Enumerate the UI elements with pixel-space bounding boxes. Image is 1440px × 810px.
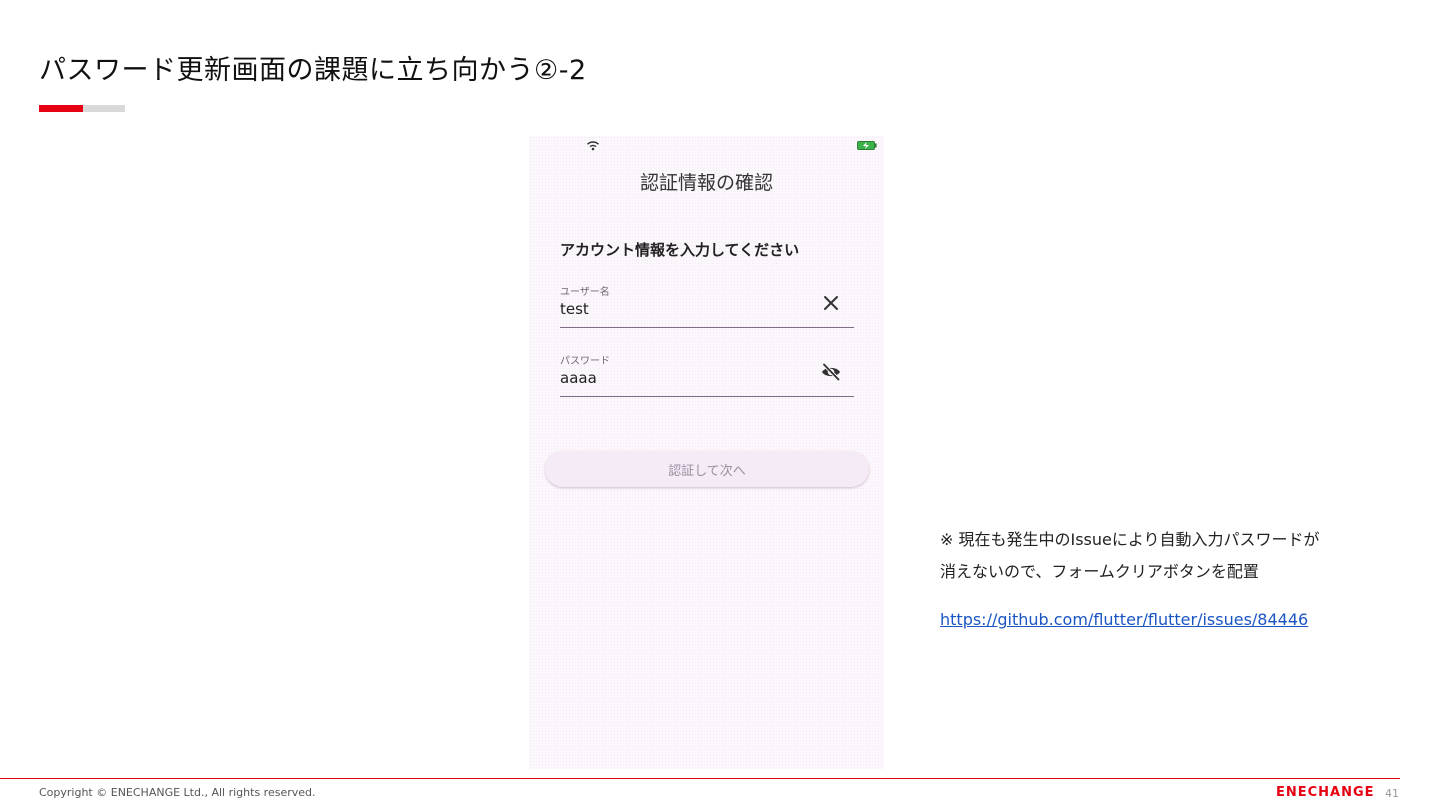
password-field[interactable]: パスワード aaaa <box>560 352 854 397</box>
close-icon[interactable] <box>820 292 842 314</box>
note-line-2: 消えないので、フォームクリアボタンを配置 <box>940 562 1259 581</box>
username-field[interactable]: ユーザー名 test <box>560 283 854 328</box>
section-heading: アカウント情報を入力してください <box>560 241 800 259</box>
username-value[interactable]: test <box>560 300 589 318</box>
page-number: 41 <box>1385 787 1399 800</box>
title-underline-red <box>39 105 83 112</box>
title-underline-grey <box>83 105 125 112</box>
slide-title: パスワード更新画面の課題に立ち向かう②-2 <box>39 55 587 86</box>
phone-screenshot: 認証情報の確認 アカウント情報を入力してください ユーザー名 test パスワー… <box>529 136 884 769</box>
username-label: ユーザー名 <box>560 287 610 298</box>
footer-divider <box>0 778 1400 779</box>
status-bar <box>529 136 884 156</box>
authenticate-next-button[interactable]: 認証して次へ <box>545 451 869 487</box>
password-label: パスワード <box>560 356 610 367</box>
battery-charging-icon <box>857 141 877 150</box>
title-underline <box>39 105 125 112</box>
visibility-off-icon[interactable] <box>820 361 842 383</box>
note-line-1: ※ 現在も発生中のIssueにより自動入力パスワードが <box>940 530 1320 549</box>
wifi-icon <box>587 141 599 151</box>
note: ※ 現在も発生中のIssueにより自動入力パスワードが 消えないので、フォームク… <box>940 524 1400 588</box>
copyright-text: Copyright © ENECHANGE Ltd., All rights r… <box>39 786 316 799</box>
screen-title: 認証情報の確認 <box>639 172 773 194</box>
password-value[interactable]: aaaa <box>560 369 597 387</box>
github-issue-link[interactable]: https://github.com/flutter/flutter/issue… <box>940 610 1308 629</box>
enechange-logo: ENECHANGE <box>1276 785 1375 800</box>
